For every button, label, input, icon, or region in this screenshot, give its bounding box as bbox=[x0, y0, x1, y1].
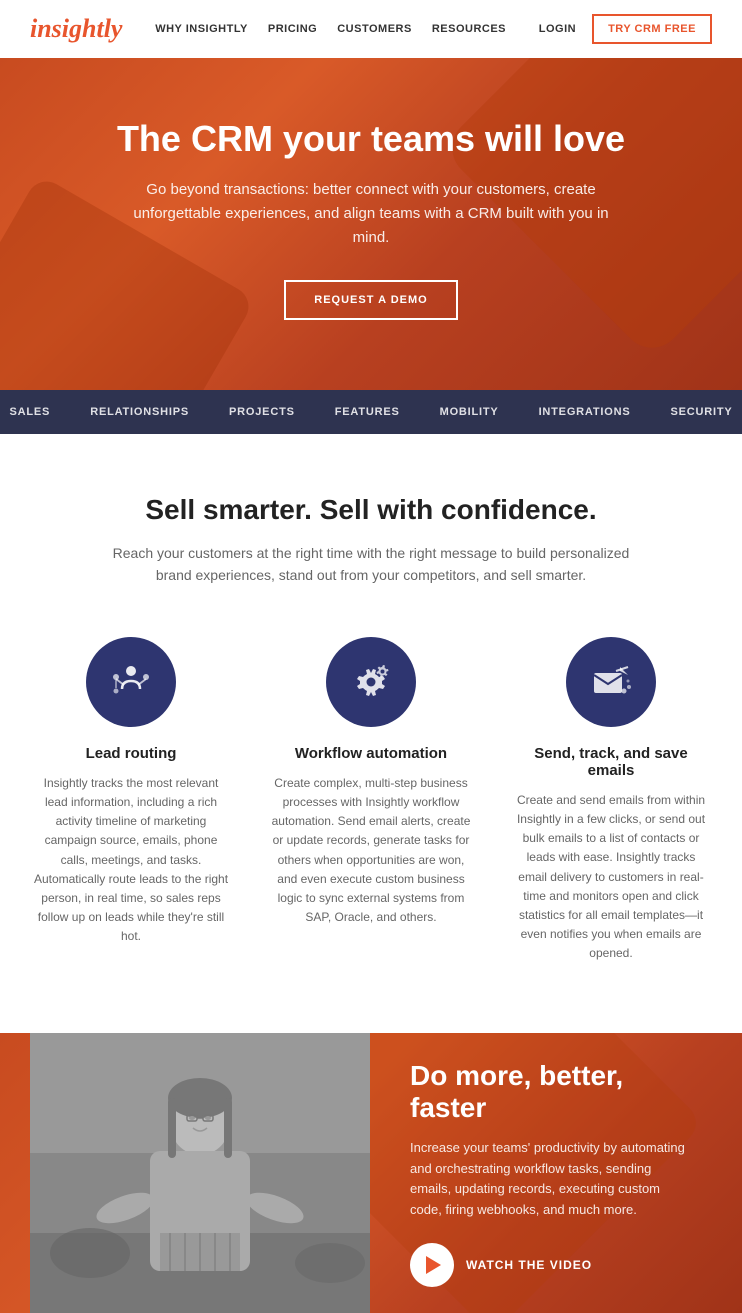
site-header: insightly WHY INSIGHTLY PRICING CUSTOMER… bbox=[0, 0, 742, 58]
nav-customers[interactable]: CUSTOMERS bbox=[337, 23, 412, 35]
feature-email: Send, track, and save emails Create and … bbox=[511, 637, 711, 964]
subnav-mobility[interactable]: MOBILITY bbox=[420, 390, 519, 434]
login-link[interactable]: LOGIN bbox=[539, 23, 576, 35]
workflow-automation-icon bbox=[348, 659, 394, 705]
hero-title: The CRM your teams will love bbox=[30, 118, 712, 160]
try-free-button[interactable]: TRY CRM FREE bbox=[592, 14, 712, 44]
subnav-integrations[interactable]: INTEGRATIONS bbox=[519, 390, 651, 434]
workflow-name: Workflow automation bbox=[271, 745, 471, 762]
send-email-icon bbox=[588, 659, 634, 705]
play-circle-icon bbox=[410, 1243, 454, 1287]
main-nav: WHY INSIGHTLY PRICING CUSTOMERS RESOURCE… bbox=[155, 23, 506, 35]
lead-routing-icon-circle bbox=[86, 637, 176, 727]
subnav-projects[interactable]: PROJECTS bbox=[209, 390, 315, 434]
video-title: Do more, better, faster bbox=[410, 1060, 692, 1124]
features-grid: Lead routing Insightly tracks the most r… bbox=[30, 637, 712, 964]
video-section: Do more, better, faster Increase your te… bbox=[0, 1033, 742, 1313]
lead-routing-icon bbox=[108, 659, 154, 705]
email-desc: Create and send emails from within Insig… bbox=[511, 791, 711, 964]
features-subtitle: Reach your customers at the right time w… bbox=[111, 542, 631, 587]
demo-button[interactable]: REQUEST A DEMO bbox=[284, 280, 457, 320]
feature-lead-routing: Lead routing Insightly tracks the most r… bbox=[31, 637, 231, 964]
video-thumbnail bbox=[30, 1033, 370, 1313]
subnav-features[interactable]: FEATURES bbox=[315, 390, 420, 434]
features-section: Sell smarter. Sell with confidence. Reac… bbox=[0, 434, 742, 1033]
hero-section: The CRM your teams will love Go beyond t… bbox=[0, 58, 742, 390]
features-title: Sell smarter. Sell with confidence. bbox=[30, 494, 712, 526]
feature-workflow: Workflow automation Create complex, mult… bbox=[271, 637, 471, 964]
lead-routing-desc: Insightly tracks the most relevant lead … bbox=[31, 774, 231, 947]
subnav-security[interactable]: SECURITY bbox=[650, 390, 742, 434]
video-photo-svg bbox=[30, 1033, 370, 1313]
watch-label: WATCH THE VIDEO bbox=[466, 1258, 592, 1272]
nav-resources[interactable]: RESOURCES bbox=[432, 23, 506, 35]
email-icon-circle bbox=[566, 637, 656, 727]
subnav-sales[interactable]: SALES bbox=[0, 390, 70, 434]
workflow-desc: Create complex, multi-step business proc… bbox=[271, 774, 471, 928]
nav-pricing[interactable]: PRICING bbox=[268, 23, 317, 35]
sub-nav: SALES RELATIONSHIPS PROJECTS FEATURES MO… bbox=[0, 390, 742, 434]
lead-routing-name: Lead routing bbox=[31, 745, 231, 762]
watch-video-button[interactable]: WATCH THE VIDEO bbox=[410, 1243, 692, 1287]
header-actions: LOGIN TRY CRM FREE bbox=[539, 14, 712, 44]
nav-why-insightly[interactable]: WHY INSIGHTLY bbox=[155, 23, 248, 35]
logo[interactable]: insightly bbox=[30, 14, 122, 44]
email-name: Send, track, and save emails bbox=[511, 745, 711, 779]
workflow-icon-circle bbox=[326, 637, 416, 727]
video-desc: Increase your teams' productivity by aut… bbox=[410, 1138, 692, 1221]
play-triangle-icon bbox=[426, 1256, 441, 1274]
subnav-relationships[interactable]: RELATIONSHIPS bbox=[70, 390, 209, 434]
hero-subtitle: Go beyond transactions: better connect w… bbox=[131, 178, 611, 250]
video-content: Do more, better, faster Increase your te… bbox=[410, 1060, 692, 1287]
video-image bbox=[30, 1033, 370, 1313]
